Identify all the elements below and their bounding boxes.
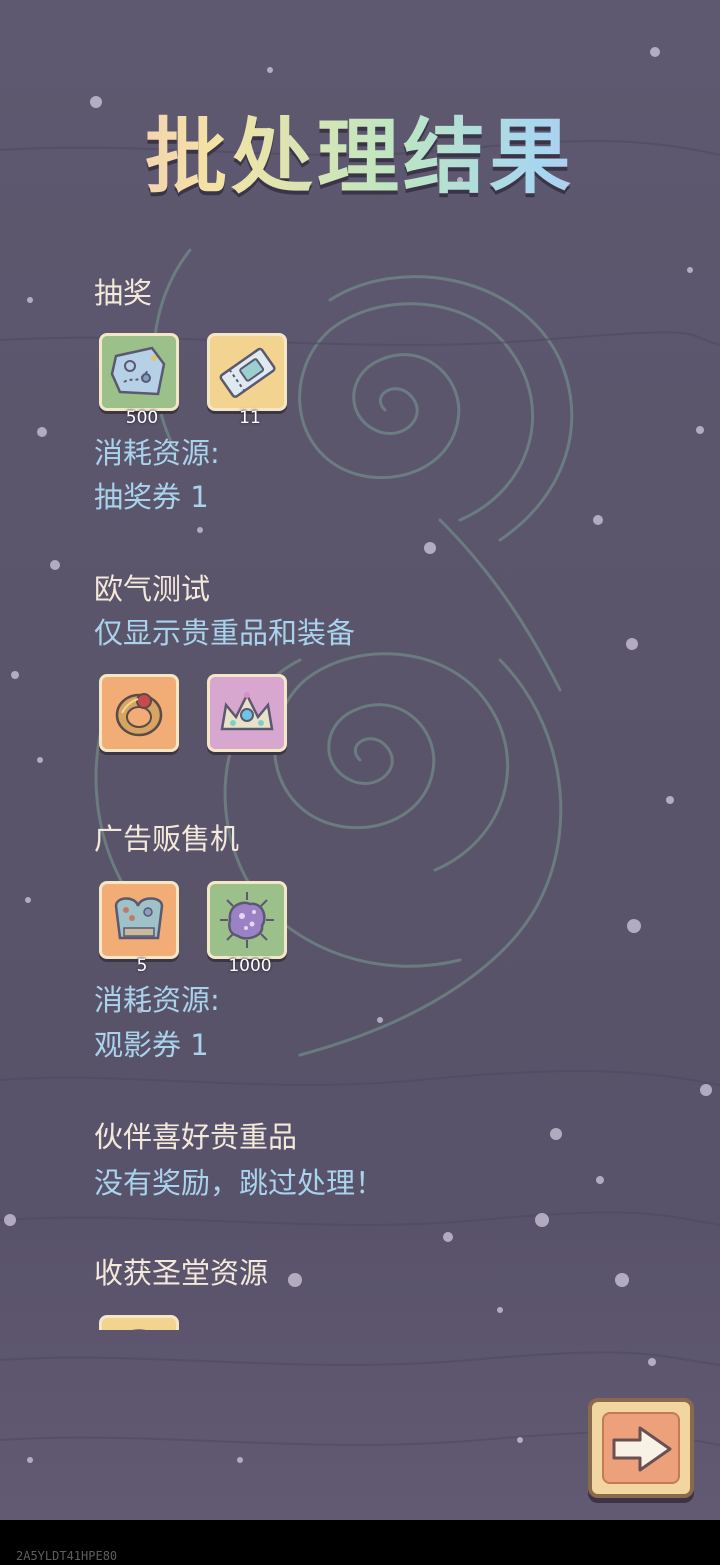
crown-icon (220, 692, 274, 731)
section-heading-companion: 伙伴喜好贵重品 (94, 1120, 298, 1154)
section-note: 仅显示贵重品和装备 (94, 616, 356, 650)
results-list[interactable]: 抽奖 500 11 消耗资源: 抽奖券 1 欧气测试 仅显示贵重品和装备 广告贩… (0, 260, 720, 1330)
cost-label: 消耗资源: (94, 436, 220, 470)
next-button[interactable] (588, 1398, 694, 1498)
reward-item-treasure-map[interactable]: 500 (99, 333, 179, 428)
page-title: 批处理结果 (0, 108, 720, 208)
chest-icon (132, 1329, 146, 1330)
armor-icon (114, 897, 164, 940)
cost-value: 抽奖券 1 (94, 480, 209, 514)
section-note: 没有奖励，跳过处理！ (94, 1166, 385, 1200)
item-count: 500 (125, 408, 159, 428)
reward-item-armor[interactable]: 5 (99, 881, 179, 976)
reward-item-partial[interactable] (99, 1315, 179, 1330)
arrow-right-icon (612, 1426, 672, 1472)
spiky-gem-icon (220, 892, 274, 948)
item-count: 1000 (228, 956, 272, 976)
reward-item-crown[interactable] (207, 674, 287, 752)
next-button-face (602, 1412, 680, 1484)
section-heading-lottery: 抽奖 (94, 276, 153, 310)
cost-value: 观影券 1 (94, 1028, 209, 1062)
section-heading-harvest: 收获圣堂资源 (94, 1256, 269, 1290)
result-screen: 批处理结果 抽奖 500 11 消耗资源: 抽奖券 1 欧气测试 仅显示贵重品和… (0, 0, 720, 1520)
reward-item-spiky-gem[interactable]: 1000 (207, 881, 287, 976)
section-heading-luck-test: 欧气测试 (94, 572, 211, 606)
cost-label: 消耗资源: (94, 983, 220, 1017)
ticket-icon (219, 347, 276, 398)
reward-item-ticket[interactable]: 11 (207, 333, 287, 428)
ring-icon (115, 693, 163, 737)
treasure-map-icon (110, 346, 166, 396)
item-count: 5 (136, 956, 148, 976)
item-count: 11 (239, 408, 261, 428)
section-heading-ad-vending: 广告贩售机 (94, 822, 240, 856)
watermark: 2A5YLDT41HPE80 (16, 1549, 118, 1563)
reward-item-ring[interactable] (99, 674, 179, 752)
